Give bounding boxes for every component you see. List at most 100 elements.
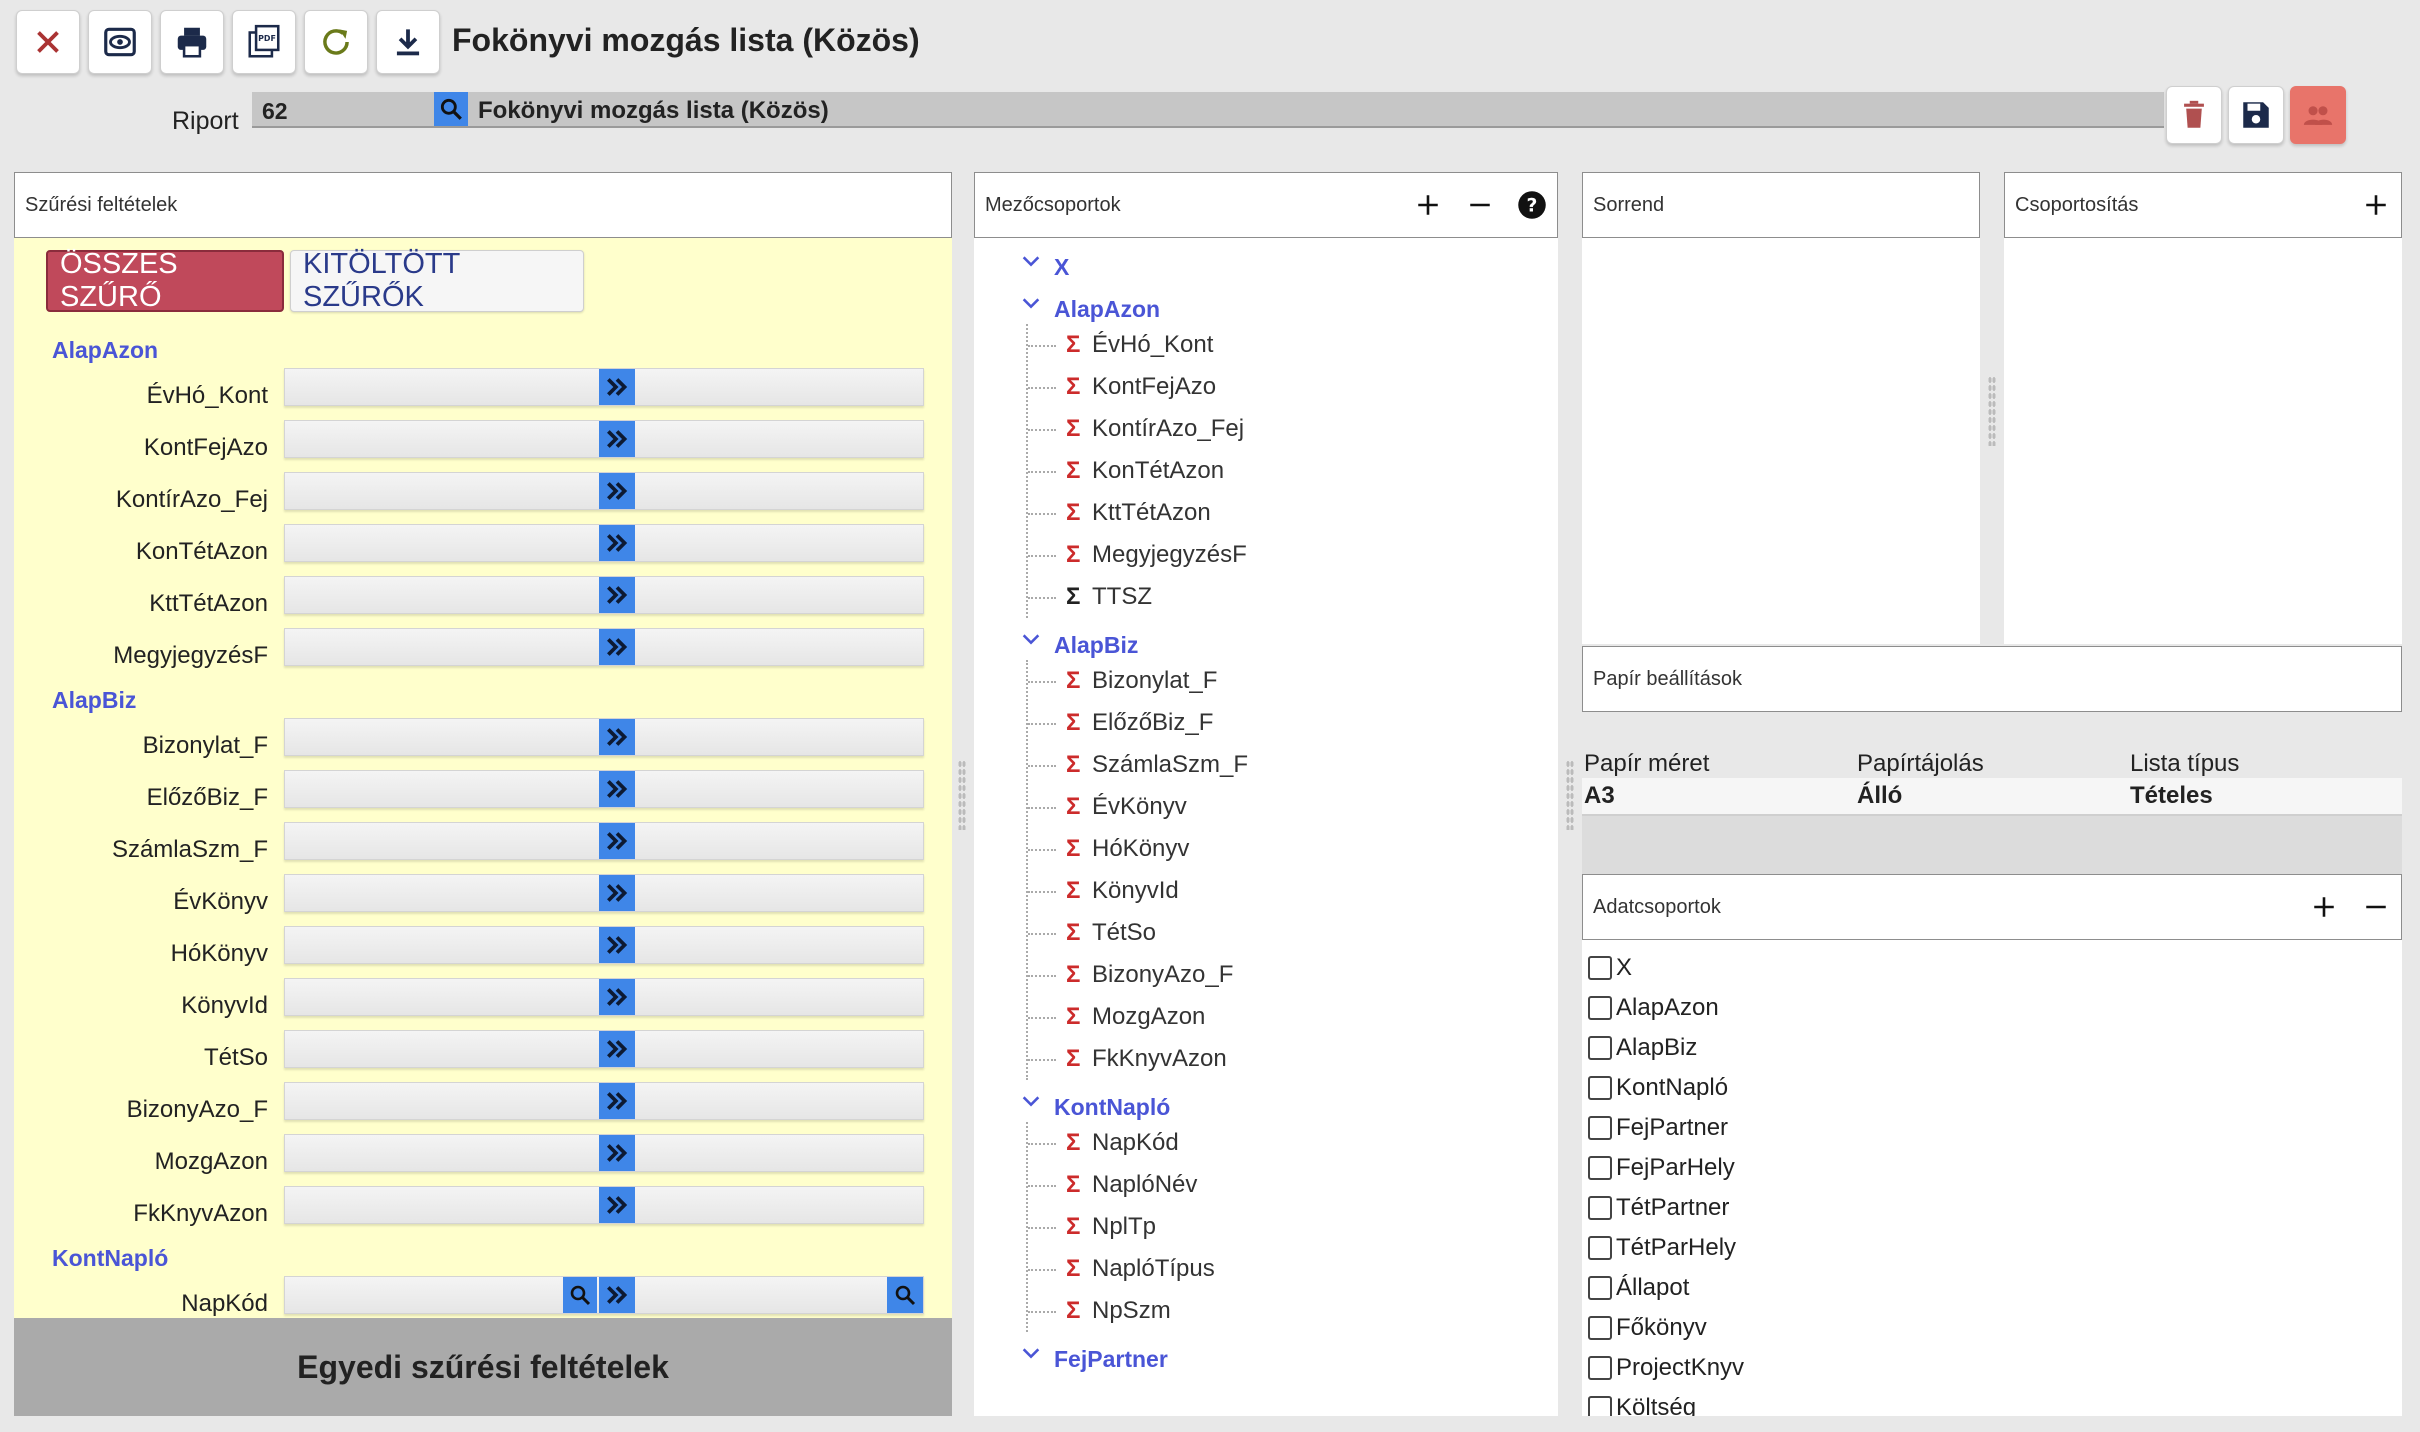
filter-range-toggle-button[interactable] <box>599 525 635 561</box>
field-item[interactable]: Σ BizonyAzo_F <box>1028 954 1558 996</box>
data-group-item[interactable]: ProjectKnyv <box>1582 1348 2402 1388</box>
field-group-header[interactable]: KontNapló <box>974 1086 1558 1122</box>
report-search-button[interactable] <box>434 92 468 126</box>
filter-range-toggle-button[interactable] <box>599 719 635 755</box>
field-item[interactable]: Σ HóKönyv <box>1028 828 1558 870</box>
field-group-header[interactable]: AlapAzon <box>974 288 1558 324</box>
field-group-header[interactable]: AlapBiz <box>974 624 1558 660</box>
data-group-checkbox[interactable] <box>1588 1316 1612 1340</box>
filter-range-toggle-button[interactable] <box>599 577 635 613</box>
tab-all-filters[interactable]: ÖSSZES SZŰRŐ <box>46 248 284 313</box>
field-item[interactable]: Σ Bizonylat_F <box>1028 660 1558 702</box>
users-button[interactable] <box>2290 86 2346 144</box>
remove-field-button[interactable] <box>1465 190 1495 220</box>
data-group-item[interactable]: TétParHely <box>1582 1228 2402 1268</box>
filter-value-field[interactable] <box>284 1030 924 1068</box>
field-item[interactable]: Σ KontFejAzo <box>1028 366 1558 408</box>
filter-range-toggle-button[interactable] <box>599 823 635 859</box>
delete-button[interactable] <box>2166 86 2222 144</box>
field-item[interactable]: Σ ElőzőBiz_F <box>1028 702 1558 744</box>
add-field-button[interactable] <box>1413 190 1443 220</box>
filter-value-field[interactable] <box>284 628 924 666</box>
data-group-checkbox[interactable] <box>1588 1396 1612 1416</box>
add-grouping-button[interactable] <box>2361 190 2391 220</box>
filter-range-toggle-button[interactable] <box>599 629 635 665</box>
report-id-field[interactable]: 62 <box>252 92 432 126</box>
data-group-checkbox[interactable] <box>1588 1116 1612 1140</box>
field-item[interactable]: Σ NaplóNév <box>1028 1164 1558 1206</box>
chevron-down-icon[interactable] <box>1020 250 1042 272</box>
data-group-item[interactable]: AlapBiz <box>1582 1028 2402 1068</box>
filter-value-field[interactable] <box>284 472 924 510</box>
field-item[interactable]: Σ MegyjegyzésF <box>1028 534 1558 576</box>
filter-range-toggle-button[interactable] <box>599 1187 635 1223</box>
filter-value-field[interactable] <box>284 420 924 458</box>
field-item[interactable]: Σ KonTétAzon <box>1028 450 1558 492</box>
field-item[interactable]: Σ ÉvKönyv <box>1028 786 1558 828</box>
remove-data-group-button[interactable] <box>2361 892 2391 922</box>
filter-range-toggle-button[interactable] <box>599 1031 635 1067</box>
order-panel[interactable] <box>1582 238 1980 644</box>
filter-value-field[interactable] <box>284 926 924 964</box>
close-button[interactable] <box>16 10 80 74</box>
filter-range-toggle-button[interactable] <box>599 1135 635 1171</box>
chevron-down-icon[interactable] <box>1020 628 1042 650</box>
field-group-title[interactable]: KontNapló <box>1054 1094 1170 1121</box>
filter-range-toggle-button[interactable] <box>599 979 635 1015</box>
field-item[interactable]: Σ KttTétAzon <box>1028 492 1558 534</box>
field-group-title[interactable]: AlapBiz <box>1054 632 1138 659</box>
splitter-handle[interactable] <box>1566 760 1574 830</box>
data-group-item[interactable]: Főkönyv <box>1582 1308 2402 1348</box>
paper-table-row[interactable]: A3 Álló Tételes <box>1582 778 2402 816</box>
filter-value-field[interactable] <box>284 576 924 614</box>
add-data-group-button[interactable] <box>2309 892 2339 922</box>
filter-range-toggle-button[interactable] <box>599 369 635 405</box>
chevron-down-icon[interactable] <box>1020 292 1042 314</box>
chevron-down-icon[interactable] <box>1020 1342 1042 1364</box>
pdf-button[interactable]: PDF <box>232 10 296 74</box>
grouping-panel[interactable] <box>2004 238 2402 644</box>
field-item[interactable]: Σ MozgAzon <box>1028 996 1558 1038</box>
filter-value-field[interactable] <box>284 770 924 808</box>
data-group-item[interactable]: X <box>1582 948 2402 988</box>
data-group-item[interactable]: FejPartner <box>1582 1108 2402 1148</box>
field-item[interactable]: Σ KontírAzo_Fej <box>1028 408 1558 450</box>
field-group-title[interactable]: X <box>1054 254 1069 281</box>
paper-orientation-value[interactable]: Álló <box>1855 782 2128 810</box>
print-button[interactable] <box>160 10 224 74</box>
filter-value-field[interactable] <box>284 1082 924 1120</box>
field-item[interactable]: Σ KönyvId <box>1028 870 1558 912</box>
data-group-checkbox[interactable] <box>1588 1236 1612 1260</box>
filter-value-field[interactable] <box>284 822 924 860</box>
report-selector[interactable]: 62 Fokönyvi mozgás lista (Közös) <box>252 92 2164 128</box>
data-group-checkbox[interactable] <box>1588 1036 1612 1060</box>
data-group-checkbox[interactable] <box>1588 956 1612 980</box>
filter-range-toggle-button[interactable] <box>599 875 635 911</box>
filter-value-field[interactable] <box>284 718 924 756</box>
data-group-checkbox[interactable] <box>1588 1356 1612 1380</box>
filter-range-toggle-button[interactable] <box>599 473 635 509</box>
filter-search-button[interactable] <box>563 1277 597 1313</box>
filter-value-field[interactable] <box>284 1186 924 1224</box>
data-group-checkbox[interactable] <box>1588 1076 1612 1100</box>
filter-value-field[interactable] <box>284 368 924 406</box>
field-group-title[interactable]: AlapAzon <box>1054 296 1160 323</box>
custom-filter-button[interactable]: Egyedi szűrési feltételek <box>14 1318 952 1416</box>
data-group-checkbox[interactable] <box>1588 1156 1612 1180</box>
help-button[interactable]: ? <box>1517 190 1547 220</box>
field-item[interactable]: Σ ÉvHó_Kont <box>1028 324 1558 366</box>
data-group-item[interactable]: Költség <box>1582 1388 2402 1416</box>
filter-range-toggle-button[interactable] <box>599 771 635 807</box>
data-group-item[interactable]: FejParHely <box>1582 1148 2402 1188</box>
preview-button[interactable] <box>88 10 152 74</box>
paper-size-value[interactable]: A3 <box>1582 782 1855 810</box>
data-group-item[interactable]: KontNapló <box>1582 1068 2402 1108</box>
data-group-item[interactable]: Állapot <box>1582 1268 2402 1308</box>
field-item[interactable]: Σ NapKód <box>1028 1122 1558 1164</box>
filter-range-toggle-button[interactable] <box>599 1083 635 1119</box>
field-group-title[interactable]: FejPartner <box>1054 1346 1168 1373</box>
data-group-checkbox[interactable] <box>1588 996 1612 1020</box>
data-group-checkbox[interactable] <box>1588 1196 1612 1220</box>
field-item[interactable]: Σ SzámlaSzm_F <box>1028 744 1558 786</box>
data-group-item[interactable]: TétPartner <box>1582 1188 2402 1228</box>
